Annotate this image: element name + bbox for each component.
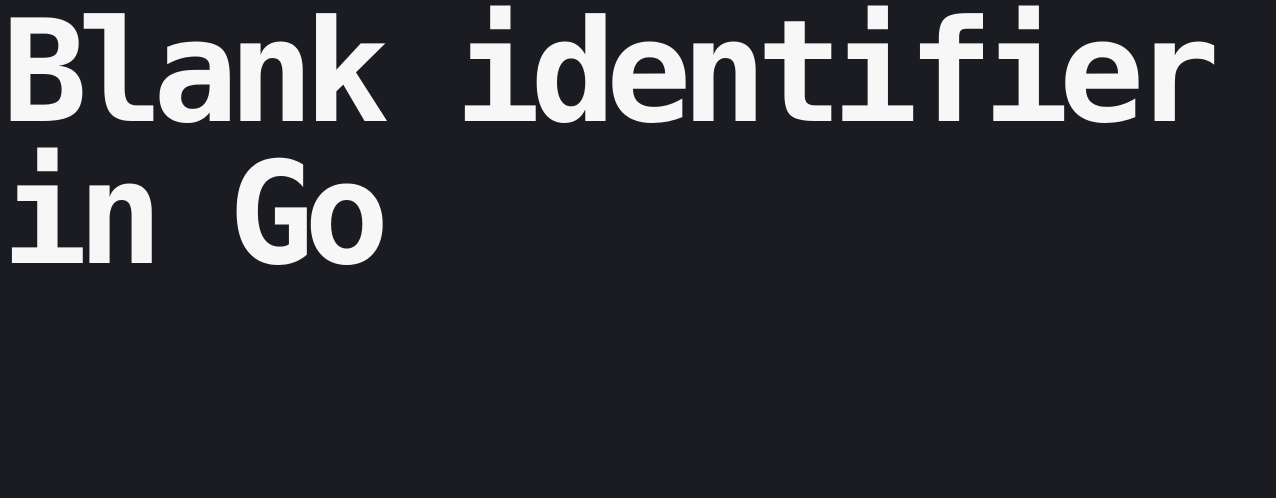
title-line-1: Blank identifier bbox=[2, 0, 1220, 155]
title-card: Blank identifier in Go bbox=[0, 0, 1276, 498]
title-line-2: in Go bbox=[2, 132, 389, 297]
page-title: Blank identifier in Go bbox=[2, 0, 1220, 297]
